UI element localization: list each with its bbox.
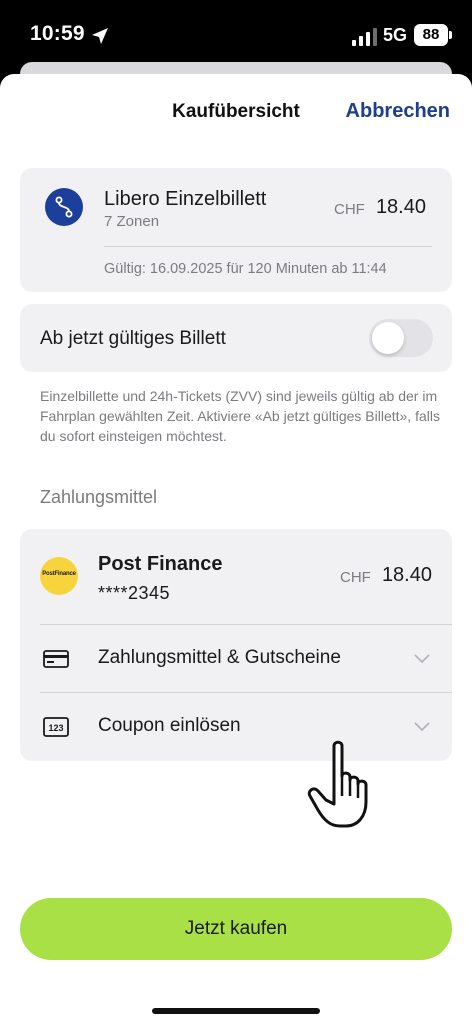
redeem-coupon-label: Coupon einlösen [98,715,241,736]
payment-card-number: ****2345 [98,583,171,603]
chevron-down-icon [414,654,430,664]
payment-price: 18.40 [381,564,432,586]
immediate-validity-toggle[interactable] [369,319,433,357]
payment-methods-label: Zahlungsmittel & Gutscheine [98,647,341,668]
payment-card: PostFinance Post Finance ****2345 CHF 18… [20,529,452,761]
ticket-currency: CHF [334,201,365,218]
validity-info-text: Einzelbillette und 24h-Tickets (ZVV) sin… [40,388,440,444]
location-arrow-icon [92,28,108,44]
immediate-validity-row: Ab jetzt gültiges Billett [20,304,452,372]
postfinance-logo: PostFinance [40,557,78,595]
battery-tip [449,31,452,39]
hand-pointer-icon [307,740,368,828]
cellular-signal-icon [352,28,377,46]
payment-currency: CHF [340,569,371,586]
toggle-knob [372,322,404,354]
divider [104,246,432,247]
payment-methods-row[interactable]: Zahlungsmittel & Gutscheine [20,625,452,693]
coupon-123-icon: 123 [43,717,69,737]
payment-section-title: Zahlungsmittel [40,487,158,507]
redeem-coupon-row[interactable]: 123 Coupon einlösen [20,693,452,761]
cancel-button[interactable]: Abbrechen [346,100,450,123]
network-type: 5G [383,25,408,45]
ticket-card: Libero Einzelbillett 7 Zonen CHF 18.40 G… [20,168,452,292]
chevron-down-icon [414,722,430,732]
home-indicator [152,1008,320,1014]
status-bar: 10:59 5G 88 [0,0,472,70]
route-icon [45,188,83,226]
buy-now-button[interactable]: Jetzt kaufen [20,898,452,960]
immediate-validity-label: Ab jetzt gültiges Billett [40,328,226,349]
ticket-name: Libero Einzelbillett [104,188,267,210]
svg-text:123: 123 [48,723,63,733]
battery-icon: 88 [414,24,448,46]
postfinance-logo-text: PostFinance [42,571,76,577]
ticket-validity: Gültig: 16.09.2025 für 120 Minuten ab 11… [104,261,387,277]
ticket-zones: 7 Zonen [104,213,160,230]
payment-method-name: Post Finance [98,553,223,575]
status-time: 10:59 [30,22,85,45]
credit-card-icon [43,650,69,668]
ticket-price: 18.40 [375,196,426,218]
